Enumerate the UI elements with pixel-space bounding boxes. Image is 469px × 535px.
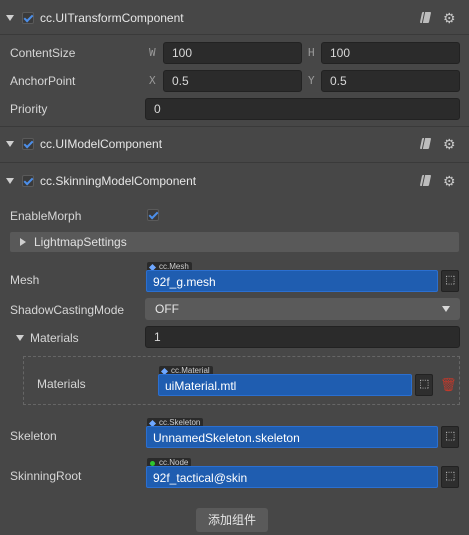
anchor-y-input[interactable]: 0.5	[321, 70, 460, 92]
pick-asset-icon[interactable]	[441, 270, 459, 292]
anchor-x-input[interactable]: 0.5	[163, 70, 302, 92]
divider	[0, 162, 469, 163]
component-title: cc.SkinningModelComponent	[40, 174, 197, 188]
help-book-icon[interactable]	[419, 138, 432, 149]
component-title: cc.UIModelComponent	[40, 137, 163, 151]
skinning-root-label: SkinningRoot	[10, 469, 82, 483]
materials-label: Materials	[30, 331, 79, 345]
skeleton-label: Skeleton	[10, 429, 57, 443]
help-book-icon[interactable]	[419, 12, 432, 23]
collapse-arrow-icon[interactable]	[6, 15, 14, 21]
expand-arrow-icon[interactable]	[20, 238, 26, 246]
component-enabled-checkbox[interactable]	[22, 175, 34, 187]
gear-icon[interactable]: ⚙	[443, 174, 456, 188]
height-axis-label: H	[308, 46, 315, 59]
divider	[0, 126, 469, 127]
component-title: cc.UITransformComponent	[40, 11, 184, 25]
shadow-casting-mode-label: ShadowCastingMode	[10, 303, 125, 317]
pick-asset-icon[interactable]	[415, 374, 433, 396]
gear-icon[interactable]: ⚙	[443, 11, 456, 25]
component-header-skinningmodel[interactable]: cc.SkinningModelComponent ⚙	[0, 167, 469, 195]
content-height-input[interactable]: 100	[321, 42, 460, 64]
priority-input[interactable]: 0	[145, 98, 460, 120]
component-header-uitransform[interactable]: cc.UITransformComponent ⚙	[0, 4, 469, 32]
material-item-label: Materials	[37, 377, 86, 391]
x-axis-label: X	[149, 74, 156, 87]
material-asset-field[interactable]: uiMaterial.mtl	[158, 374, 412, 396]
collapse-arrow-icon[interactable]	[6, 178, 14, 184]
trash-icon[interactable]: 🗑	[440, 377, 457, 393]
content-width-input[interactable]: 100	[163, 42, 302, 64]
materials-count-input[interactable]: 1	[145, 326, 460, 348]
component-enabled-checkbox[interactable]	[22, 12, 34, 24]
component-header-uimodel[interactable]: cc.UIModelComponent ⚙	[0, 130, 469, 158]
skeleton-asset-field[interactable]: UnnamedSkeleton.skeleton	[146, 426, 438, 448]
help-book-icon[interactable]	[419, 175, 432, 186]
lightmap-settings-label: LightmapSettings	[34, 235, 127, 249]
add-component-button[interactable]: 添加组件	[196, 508, 268, 532]
skinning-root-node-field[interactable]: 92f_tactical@skin	[146, 466, 438, 488]
mesh-label: Mesh	[10, 273, 40, 287]
priority-label: Priority	[10, 102, 48, 116]
content-size-label: ContentSize	[10, 46, 76, 60]
width-axis-label: W	[149, 46, 156, 59]
pick-node-icon[interactable]	[441, 466, 459, 488]
enable-morph-label: EnableMorph	[10, 209, 82, 223]
lightmap-settings-foldout[interactable]: LightmapSettings	[10, 232, 459, 252]
enable-morph-checkbox[interactable]	[147, 209, 159, 221]
chevron-down-icon	[442, 306, 450, 312]
collapse-arrow-icon[interactable]	[16, 335, 24, 341]
divider	[0, 34, 469, 35]
shadow-casting-mode-select[interactable]: OFF	[145, 298, 460, 320]
y-axis-label: Y	[308, 74, 315, 87]
mesh-asset-field[interactable]: 92f_g.mesh	[146, 270, 438, 292]
pick-asset-icon[interactable]	[441, 426, 459, 448]
gear-icon[interactable]: ⚙	[443, 137, 456, 151]
select-value: OFF	[155, 302, 179, 316]
component-enabled-checkbox[interactable]	[22, 138, 34, 150]
collapse-arrow-icon[interactable]	[6, 141, 14, 147]
anchor-point-label: AnchorPoint	[10, 74, 76, 88]
